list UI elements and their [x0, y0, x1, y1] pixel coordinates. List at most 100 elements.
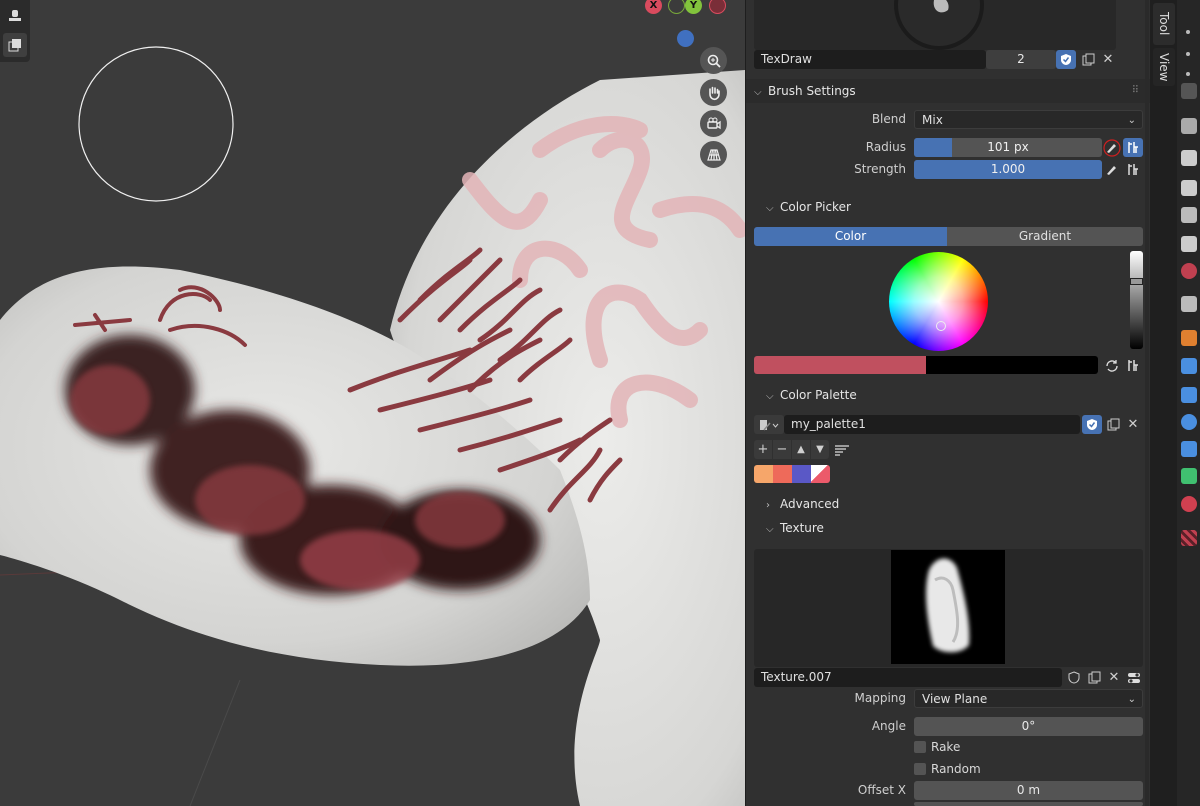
- strength-slider[interactable]: 1.000: [914, 160, 1102, 179]
- palette-swatch[interactable]: [792, 465, 811, 483]
- collection-icon[interactable]: [1181, 296, 1197, 312]
- brush-users-count[interactable]: 2: [986, 50, 1056, 69]
- panel-scrollbar-track[interactable]: [1145, 0, 1149, 806]
- texture-properties-toggle-icon[interactable]: [1124, 668, 1144, 687]
- object-icon[interactable]: [1181, 330, 1197, 346]
- palette-browse-icon[interactable]: [754, 415, 784, 434]
- pan-hand-icon[interactable]: [700, 79, 727, 106]
- palette-swatch[interactable]: [811, 465, 830, 483]
- strength-pressure-icon[interactable]: [1102, 160, 1122, 179]
- tool-settings-icon[interactable]: [1181, 83, 1197, 99]
- radius-label: Radius: [865, 140, 906, 154]
- chevron-down-icon: ⌵: [754, 87, 762, 98]
- move-color-up-icon[interactable]: ▲: [792, 440, 810, 459]
- texture-preview-box[interactable]: [754, 549, 1143, 667]
- output-icon[interactable]: [1181, 180, 1197, 196]
- radius-unit-toggle-icon[interactable]: [1123, 138, 1143, 157]
- secondary-color-swatch[interactable]: [926, 356, 1098, 374]
- radius-slider[interactable]: 101 px: [914, 138, 1102, 157]
- move-color-down-icon[interactable]: ▼: [811, 440, 829, 459]
- blend-mode-dropdown[interactable]: Mix ⌄: [914, 110, 1143, 129]
- color-picker-header[interactable]: ⌵ Color Picker: [766, 196, 1155, 218]
- value-slider-handle[interactable]: [1130, 278, 1143, 285]
- tab-tool[interactable]: Tool: [1153, 3, 1175, 45]
- wrench-tool-icon[interactable]: [1181, 118, 1197, 134]
- offset-x-field[interactable]: 0 m: [914, 781, 1143, 800]
- tab-gradient[interactable]: Gradient: [947, 227, 1143, 246]
- angle-field[interactable]: 0°: [914, 717, 1143, 736]
- color-palette-title: Color Palette: [780, 388, 857, 402]
- camera-view-icon[interactable]: [700, 110, 727, 137]
- view-layer-icon[interactable]: [1181, 207, 1197, 223]
- fake-user-shield-icon[interactable]: [1056, 50, 1076, 69]
- duplicate-texture-icon[interactable]: [1084, 668, 1104, 687]
- color-unified-toggle-icon[interactable]: [1123, 356, 1143, 375]
- unlink-texture-close-icon[interactable]: ✕: [1104, 668, 1124, 687]
- unlink-brush-close-icon[interactable]: ✕: [1098, 50, 1118, 69]
- random-checkbox-box[interactable]: [914, 763, 926, 775]
- radius-pressure-icon[interactable]: [1102, 138, 1122, 157]
- 3d-viewport[interactable]: X Y: [0, 0, 745, 806]
- palette-name-field[interactable]: my_palette1: [784, 415, 1080, 434]
- constraints-icon[interactable]: [1181, 441, 1197, 457]
- perspective-grid-icon[interactable]: [700, 141, 727, 168]
- mapping-value: View Plane: [922, 692, 988, 706]
- zoom-icon[interactable]: [700, 47, 727, 74]
- clone-tool-icon[interactable]: [3, 33, 27, 57]
- mapping-label: Mapping: [854, 691, 907, 705]
- drag-grip-icon[interactable]: ⠿: [1132, 80, 1139, 102]
- radius-value: 101 px: [987, 140, 1029, 154]
- duplicate-palette-icon[interactable]: [1103, 415, 1123, 434]
- brush-preview[interactable]: [754, 0, 1116, 50]
- sculpt-mesh-view[interactable]: [0, 0, 745, 806]
- gizmo-x-label: X: [649, 0, 658, 11]
- texture-name-field[interactable]: Texture.007: [754, 668, 1062, 687]
- offset-y-field-partial[interactable]: [914, 802, 1143, 806]
- tab-color[interactable]: Color: [754, 227, 947, 246]
- offset-x-label: Offset X: [857, 783, 906, 797]
- color-palette-header[interactable]: ⌵ Color Palette: [766, 384, 1155, 406]
- swap-colors-icon[interactable]: [1102, 356, 1122, 375]
- texture-checker-icon[interactable]: [1181, 530, 1197, 546]
- value-slider[interactable]: [1130, 251, 1143, 349]
- menu-dot: [1186, 52, 1190, 56]
- physics-icon[interactable]: [1181, 414, 1197, 430]
- scene-icon[interactable]: [1181, 236, 1197, 252]
- remove-color-icon[interactable]: −: [773, 440, 791, 459]
- brush-name-field[interactable]: TexDraw: [754, 50, 986, 69]
- material-icon[interactable]: [1181, 496, 1197, 512]
- sort-colors-icon[interactable]: [832, 440, 852, 459]
- mapping-dropdown[interactable]: View Plane ⌄: [914, 689, 1143, 708]
- brush-settings-title: Brush Settings: [768, 84, 856, 98]
- chevron-down-icon: ⌄: [1127, 694, 1136, 705]
- palette-swatch[interactable]: [773, 465, 792, 483]
- unlink-palette-close-icon[interactable]: ✕: [1123, 415, 1143, 434]
- strength-value: 1.000: [990, 162, 1026, 176]
- color-picker-title: Color Picker: [780, 200, 851, 214]
- strength-unit-toggle-icon[interactable]: [1123, 160, 1143, 179]
- stamp-tool-icon[interactable]: [3, 3, 27, 27]
- render-icon[interactable]: [1181, 150, 1197, 166]
- rake-checkbox[interactable]: Rake: [914, 738, 960, 756]
- palette-fake-user-shield-icon[interactable]: [1082, 415, 1102, 434]
- rake-checkbox-box[interactable]: [914, 741, 926, 753]
- palette-swatch[interactable]: [754, 465, 773, 483]
- properties-editor-strip: [1177, 0, 1200, 806]
- chevron-down-icon: ⌵: [766, 391, 774, 402]
- add-color-icon[interactable]: +: [754, 440, 772, 459]
- tab-view[interactable]: View: [1153, 48, 1175, 86]
- color-wheel[interactable]: [889, 252, 988, 351]
- particles-icon[interactable]: [1181, 387, 1197, 403]
- gizmo-z-axis[interactable]: [677, 30, 694, 47]
- texture-fake-user-shield-icon[interactable]: [1064, 668, 1084, 687]
- random-checkbox[interactable]: Random: [914, 760, 981, 778]
- color-wheel-cursor[interactable]: [936, 321, 946, 331]
- modifier-wrench-icon[interactable]: [1181, 358, 1197, 374]
- object-data-icon[interactable]: [1181, 468, 1197, 484]
- duplicate-brush-icon[interactable]: [1078, 50, 1098, 69]
- brush-settings-header[interactable]: ⌵ Brush Settings ⠿: [754, 80, 1143, 102]
- primary-color-swatch[interactable]: [754, 356, 926, 374]
- advanced-header[interactable]: › Advanced: [766, 493, 1155, 515]
- texture-header[interactable]: ⌵ Texture: [766, 517, 1155, 539]
- world-icon[interactable]: [1181, 263, 1197, 279]
